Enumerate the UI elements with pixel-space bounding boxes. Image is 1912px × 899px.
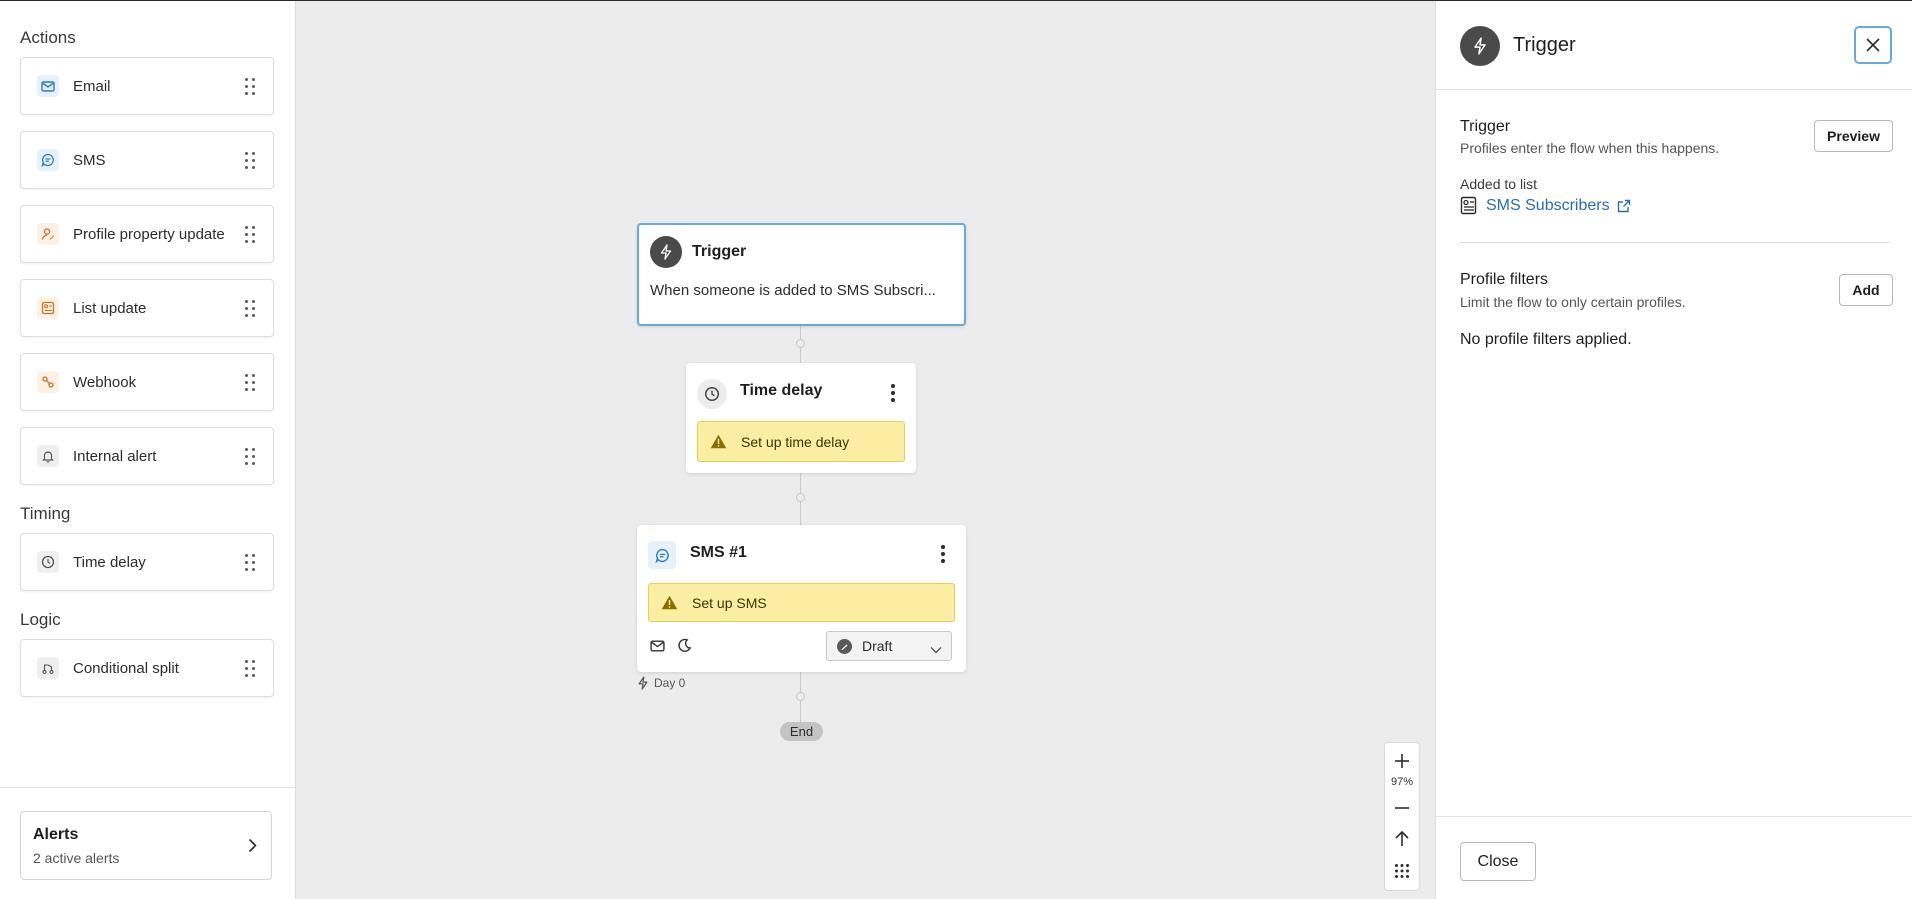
email-icon [37,75,59,97]
status-dropdown-label: Draft [862,638,893,654]
lightning-icon [638,676,648,690]
sms-icon [37,149,59,171]
action-label: Profile property update [73,225,225,243]
zoom-in-icon[interactable] [1385,751,1419,771]
action-card-conditional-split[interactable]: Conditional split [20,639,274,697]
day-label-text: Day 0 [654,676,686,690]
connector-dot [796,493,805,502]
added-to-list-label: Added to list [1460,176,1538,192]
action-card-profile-property-update[interactable]: Profile property update [20,205,274,263]
sms-node[interactable]: SMS #1 Set up SMS Draft [637,525,966,672]
time-delay-warning[interactable]: Set up time delay [697,421,905,462]
action-label: List update [73,299,147,317]
list-update-icon [37,297,59,319]
timing-section-title: Timing [20,504,71,523]
bell-icon [37,445,59,467]
logic-section-title: Logic [20,610,61,629]
close-button[interactable]: Close [1460,842,1536,881]
sidebar-divider [0,787,296,788]
action-card-email[interactable]: Email [20,57,274,115]
draft-status-icon [837,638,852,654]
webhook-icon [37,371,59,393]
drag-handle-icon[interactable] [245,554,255,572]
drag-handle-icon[interactable] [245,78,255,96]
action-label: Email [73,77,111,95]
action-label: Webhook [73,373,137,391]
clock-icon [37,551,59,573]
action-card-list-update[interactable]: List update [20,279,274,337]
drag-handle-icon[interactable] [245,152,255,170]
time-delay-node-title: Time delay [740,382,823,399]
chevron-down-icon [930,641,942,657]
status-dropdown[interactable]: Draft [826,631,952,661]
panel-header: Trigger [1436,1,1912,90]
list-name[interactable]: SMS Subscribers [1486,197,1610,215]
drag-handle-icon[interactable] [245,226,255,244]
time-delay-warning-text: Set up time delay [741,433,850,450]
profile-filters-title: Profile filters [1460,271,1549,288]
panel-title: Trigger [1513,34,1576,56]
sms-warning[interactable]: Set up SMS [648,583,955,622]
drag-handle-icon[interactable] [245,448,255,466]
quiet-hours-moon-icon[interactable] [677,638,692,658]
action-label: Conditional split [73,659,179,677]
drag-handle-icon[interactable] [245,300,255,318]
drag-handle-icon[interactable] [245,660,255,678]
arrow-up-icon[interactable] [1385,828,1419,848]
preview-button[interactable]: Preview [1814,120,1893,152]
action-card-sms[interactable]: SMS [20,131,274,189]
more-options-icon[interactable] [941,545,945,563]
sms-warning-text: Set up SMS [692,594,767,611]
actions-section-title: Actions [20,28,76,47]
end-node: End [780,722,823,741]
actions-sidebar: Actions Email SMS Profile property updat… [0,1,296,899]
sms-icon [648,541,676,569]
close-icon[interactable] [1854,26,1892,64]
list-icon [1460,196,1477,215]
trigger-section-subtitle: Profiles enter the flow when this happen… [1460,140,1720,156]
add-filter-button[interactable]: Add [1839,274,1893,306]
more-options-icon[interactable] [891,384,895,402]
day-label: Day 0 [637,676,685,690]
panel-divider [1460,242,1889,243]
connector-dot [796,339,805,348]
action-card-webhook[interactable]: Webhook [20,353,274,411]
connector-dot [796,692,805,701]
trigger-node-title: Trigger [692,243,747,260]
action-label: SMS [73,151,106,169]
time-delay-node[interactable]: Time delay Set up time delay [686,363,916,473]
trigger-node[interactable]: Trigger When someone is added to SMS Sub… [637,223,966,326]
warning-icon [661,595,678,610]
warning-icon [710,434,727,449]
action-card-internal-alert[interactable]: Internal alert [20,427,274,485]
alerts-title: Alerts [33,826,79,843]
zoom-level: 97% [1390,776,1414,788]
external-link-icon [1617,199,1630,212]
action-card-time-delay[interactable]: Time delay [20,533,274,591]
clock-icon [697,379,727,409]
trigger-section-title: Trigger [1460,118,1511,135]
drag-handle-icon[interactable] [245,374,255,392]
split-icon [37,657,59,679]
trigger-details-panel: Trigger Trigger Profiles enter the flow … [1435,1,1912,899]
sms-node-title: SMS #1 [690,544,747,561]
no-filters-message: No profile filters applied. [1460,331,1632,348]
chevron-right-icon [248,838,257,858]
flow-canvas[interactable]: Trigger When someone is added to SMS Sub… [297,1,1435,899]
action-label: Time delay [73,553,146,571]
profile-property-icon [37,223,59,245]
grid-icon[interactable] [1385,861,1419,881]
lightning-icon [650,236,682,268]
alerts-card[interactable]: Alerts 2 active alerts [20,811,272,880]
email-icon[interactable] [650,639,665,657]
list-link[interactable]: SMS Subscribers [1460,196,1631,215]
action-label: Internal alert [73,447,157,465]
trigger-node-description: When someone is added to SMS Subscri... [650,282,936,299]
profile-filters-subtitle: Limit the flow to only certain profiles. [1460,294,1686,310]
panel-footer-divider [1436,816,1912,817]
alerts-subtitle: 2 active alerts [33,850,120,866]
lightning-icon [1460,26,1500,66]
zoom-out-icon[interactable] [1385,799,1419,817]
zoom-controls: 97% [1384,742,1420,891]
